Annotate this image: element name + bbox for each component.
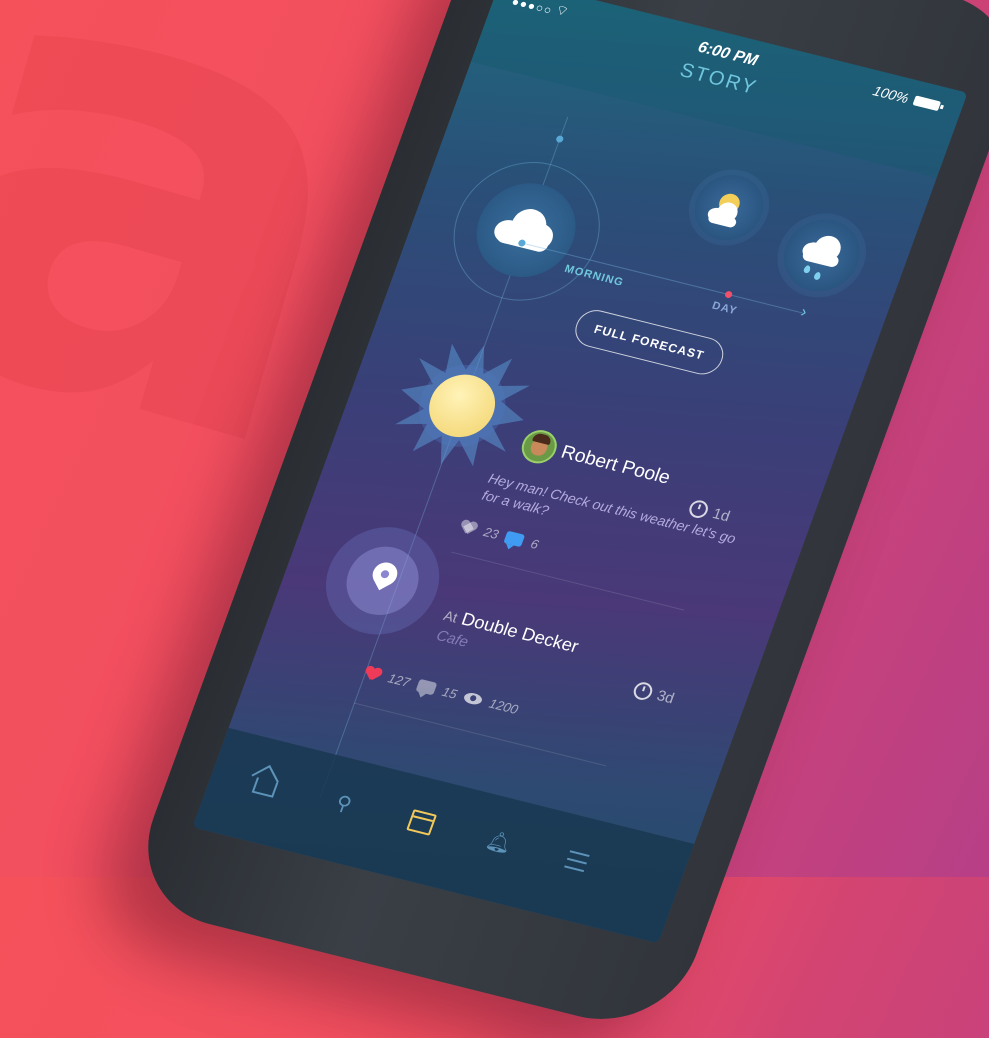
comment-icon[interactable] [415, 678, 438, 696]
checkin-place-name: Double Decker [458, 608, 582, 657]
post-stats: 23 6 [458, 519, 541, 552]
tab-calendar[interactable] [402, 805, 441, 841]
bell-icon: 🔔︎ [482, 828, 516, 856]
current-period-marker [723, 290, 734, 299]
like-count: 23 [481, 524, 501, 543]
battery-percent: 100% [870, 82, 912, 107]
checkin-stats: 127 15 1200 [363, 665, 521, 717]
comment-icon[interactable] [503, 530, 526, 548]
heart-icon[interactable] [458, 519, 478, 536]
clock-icon [631, 680, 655, 702]
battery-icon [912, 95, 942, 112]
calendar-icon [406, 809, 438, 836]
tab-bar: ⚲ 🔔︎ [192, 727, 695, 944]
divider [353, 702, 607, 767]
full-forecast-button[interactable]: FULL FORECAST [570, 306, 729, 379]
comment-count: 6 [528, 536, 541, 552]
checkin-timestamp: 3d [631, 680, 677, 707]
checkin-subtitle: Cafe [433, 627, 471, 651]
search-icon: ⚲ [332, 791, 355, 816]
period-day-label[interactable]: DAY [710, 300, 739, 317]
divider [451, 551, 685, 611]
timeline-dot [555, 134, 565, 144]
post-time-value: 1d [710, 504, 733, 525]
post-author[interactable]: Robert Poole [558, 442, 673, 490]
comment-count: 15 [440, 684, 460, 702]
home-icon [251, 777, 279, 798]
tab-home[interactable] [247, 766, 286, 802]
view-count: 1200 [487, 695, 521, 717]
like-count: 127 [386, 670, 413, 690]
tab-notifications[interactable]: 🔔︎ [480, 824, 519, 860]
checkin-prefix: At [441, 607, 460, 626]
tab-search[interactable]: ⚲ [324, 785, 363, 821]
chevron-right-icon[interactable]: › [798, 304, 809, 322]
clock-icon [686, 498, 711, 520]
eye-icon [462, 691, 484, 707]
tab-menu[interactable] [557, 843, 596, 879]
avatar[interactable] [516, 426, 562, 467]
heart-icon[interactable] [363, 665, 383, 682]
menu-icon [564, 850, 590, 873]
checkin-time-value: 3d [654, 686, 677, 707]
